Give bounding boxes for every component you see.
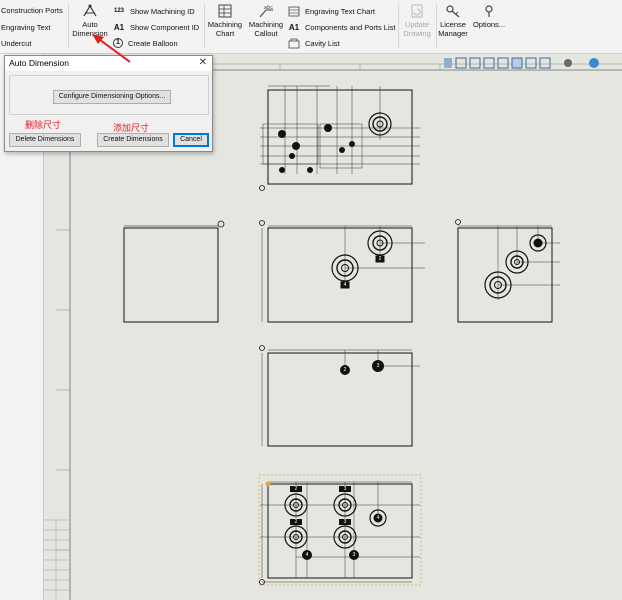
red-arrow-annotation: [92, 34, 131, 63]
